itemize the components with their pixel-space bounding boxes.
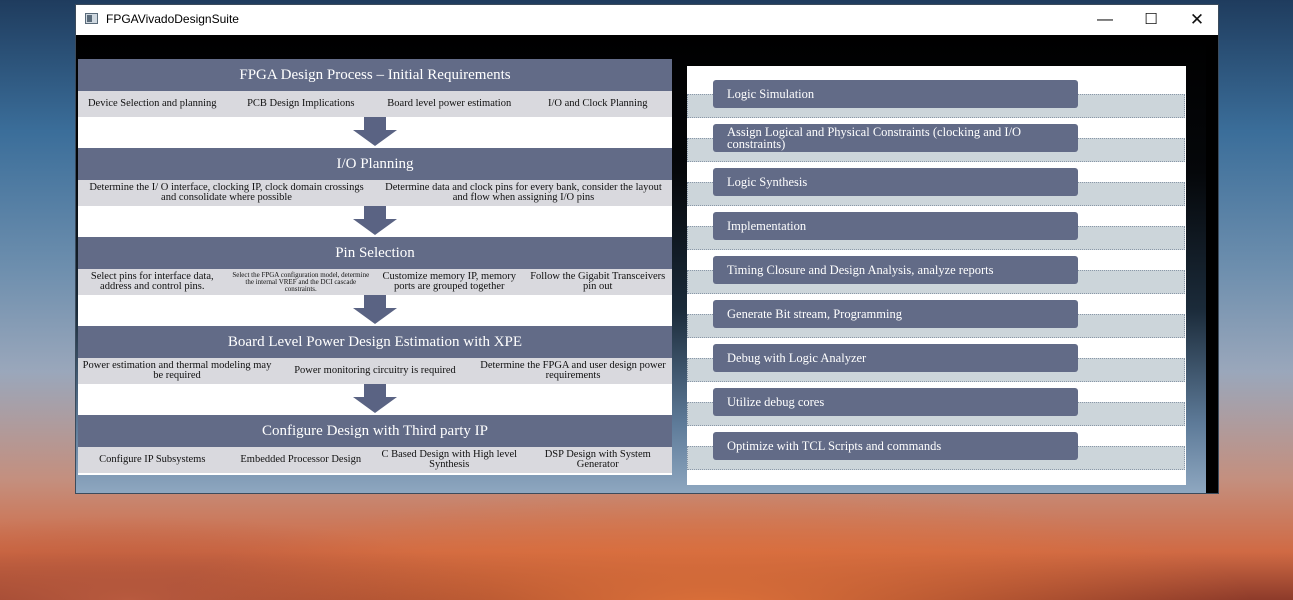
stage-title: I/O Planning (78, 148, 672, 180)
stage-item: Determine the I/ O interface, clocking I… (89, 182, 364, 203)
stage-items: Determine the I/ O interface, clocking I… (78, 180, 672, 206)
stage-items: Power estimation and thermal modeling ma… (78, 358, 672, 384)
down-arrow-icon (353, 206, 397, 237)
step-label: Logic Synthesis (713, 168, 1078, 196)
stage-items: Device Selection and planning PCB Design… (78, 91, 672, 117)
app-icon (85, 13, 98, 24)
flow-step: Implementation (687, 212, 1186, 256)
stage-title: FPGA Design Process – Initial Requiremen… (78, 59, 672, 91)
stage-items: Select pins for interface data, address … (78, 269, 672, 295)
stage-item: Determine the FPGA and user design power… (480, 360, 666, 381)
step-label: Logic Simulation (713, 80, 1078, 108)
step-label: Implementation (713, 212, 1078, 240)
stage-item: Power monitoring circuitry is required (294, 365, 456, 376)
stage-item: Configure IP Subsystems (99, 454, 206, 465)
step-label: Assign Logical and Physical Constraints … (713, 124, 1078, 152)
step-label: Generate Bit stream, Programming (713, 300, 1078, 328)
flow-step: Generate Bit stream, Programming (687, 300, 1186, 344)
stage-initial-requirements: FPGA Design Process – Initial Requiremen… (78, 59, 672, 117)
title-bar[interactable]: FPGAVivadoDesignSuite — ☐ ✕ (76, 5, 1218, 35)
client-area: FPGA Design Process – Initial Requiremen… (76, 35, 1206, 493)
maximize-button[interactable]: ☐ (1128, 5, 1174, 35)
stage-item: PCB Design Implications (247, 98, 355, 109)
app-window: FPGAVivadoDesignSuite — ☐ ✕ FPGA Design … (75, 4, 1219, 494)
stage-item: Embedded Processor Design (240, 454, 362, 465)
stage-title: Board Level Power Design Estimation with… (78, 326, 672, 358)
stage-item: DSP Design with System Generator (544, 449, 651, 470)
stage-item: Follow the Gigabit Transceivers pin out (530, 271, 666, 292)
flow-step: Utilize debug cores (687, 388, 1186, 432)
stage-title: Pin Selection (78, 237, 672, 269)
close-button[interactable]: ✕ (1174, 5, 1220, 35)
stage-items: Configure IP Subsystems Embedded Process… (78, 447, 672, 473)
stage-title: Configure Design with Third party IP (78, 415, 672, 447)
stage-item: Device Selection and planning (87, 98, 217, 109)
step-label: Debug with Logic Analyzer (713, 344, 1078, 372)
design-process-diagram: FPGA Design Process – Initial Requiremen… (78, 59, 672, 475)
flow-step: Logic Simulation (687, 80, 1186, 124)
stage-item: Determine data and clock pins for every … (385, 182, 662, 203)
stage-item: Select the FPGA configuration model, det… (232, 270, 370, 293)
vivado-flow-list: Logic Simulation Assign Logical and Phys… (687, 66, 1186, 485)
flow-step: Debug with Logic Analyzer (687, 344, 1186, 388)
stage-item: Board level power estimation (387, 98, 512, 109)
flow-step: Timing Closure and Design Analysis, anal… (687, 256, 1186, 300)
down-arrow-icon (353, 117, 397, 148)
window-title: FPGAVivadoDesignSuite (106, 12, 239, 26)
stage-item: Power estimation and thermal modeling ma… (82, 360, 272, 381)
flow-step: Optimize with TCL Scripts and commands (687, 432, 1186, 476)
stage-pin-selection: Pin Selection Select pins for interface … (78, 237, 672, 295)
down-arrow-icon (353, 295, 397, 326)
flow-step: Logic Synthesis (687, 168, 1186, 212)
stage-io-planning: I/O Planning Determine the I/ O interfac… (78, 148, 672, 206)
stage-power-estimation: Board Level Power Design Estimation with… (78, 326, 672, 384)
stage-item: I/O and Clock Planning (548, 98, 648, 109)
stage-item: Customize memory IP, memory ports are gr… (382, 271, 517, 292)
down-arrow-icon (353, 384, 397, 415)
step-label: Utilize debug cores (713, 388, 1078, 416)
step-label: Timing Closure and Design Analysis, anal… (713, 256, 1078, 284)
step-label: Optimize with TCL Scripts and commands (713, 432, 1078, 460)
stage-item: Select pins for interface data, address … (90, 271, 214, 292)
stage-item: C Based Design with High level Synthesis (381, 449, 518, 470)
minimize-button[interactable]: — (1082, 5, 1128, 35)
stage-third-party-ip: Configure Design with Third party IP Con… (78, 415, 672, 473)
flow-step: Assign Logical and Physical Constraints … (687, 124, 1186, 168)
